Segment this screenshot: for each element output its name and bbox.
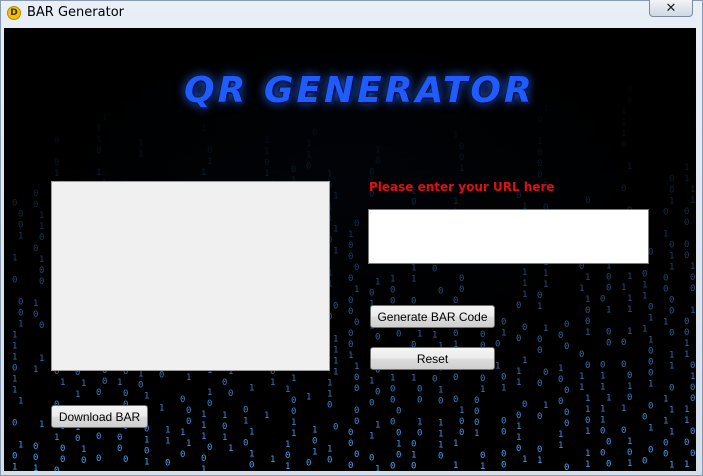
close-icon: ✕ [665, 0, 677, 16]
barcode-preview-box [51, 181, 330, 371]
download-bar-button[interactable]: Download BAR [51, 405, 148, 428]
title-bar[interactable]: D BAR Generator ✕ [1, 0, 702, 27]
url-input[interactable] [368, 209, 649, 264]
generate-bar-code-button[interactable]: Generate BAR Code [370, 305, 495, 328]
form-client-area: 0001100011110111010100110010010011100100… [4, 28, 696, 471]
app-window: D BAR Generator ✕ 0001100011110111010100… [0, 0, 703, 476]
qr-generator-logo: QR GENERATOR [184, 70, 535, 111]
url-label: Please enter your URL here [369, 180, 555, 194]
app-icon: D [7, 6, 21, 20]
close-button[interactable]: ✕ [649, 0, 693, 17]
reset-button[interactable]: Reset [370, 347, 495, 370]
window-title: BAR Generator [27, 5, 124, 20]
